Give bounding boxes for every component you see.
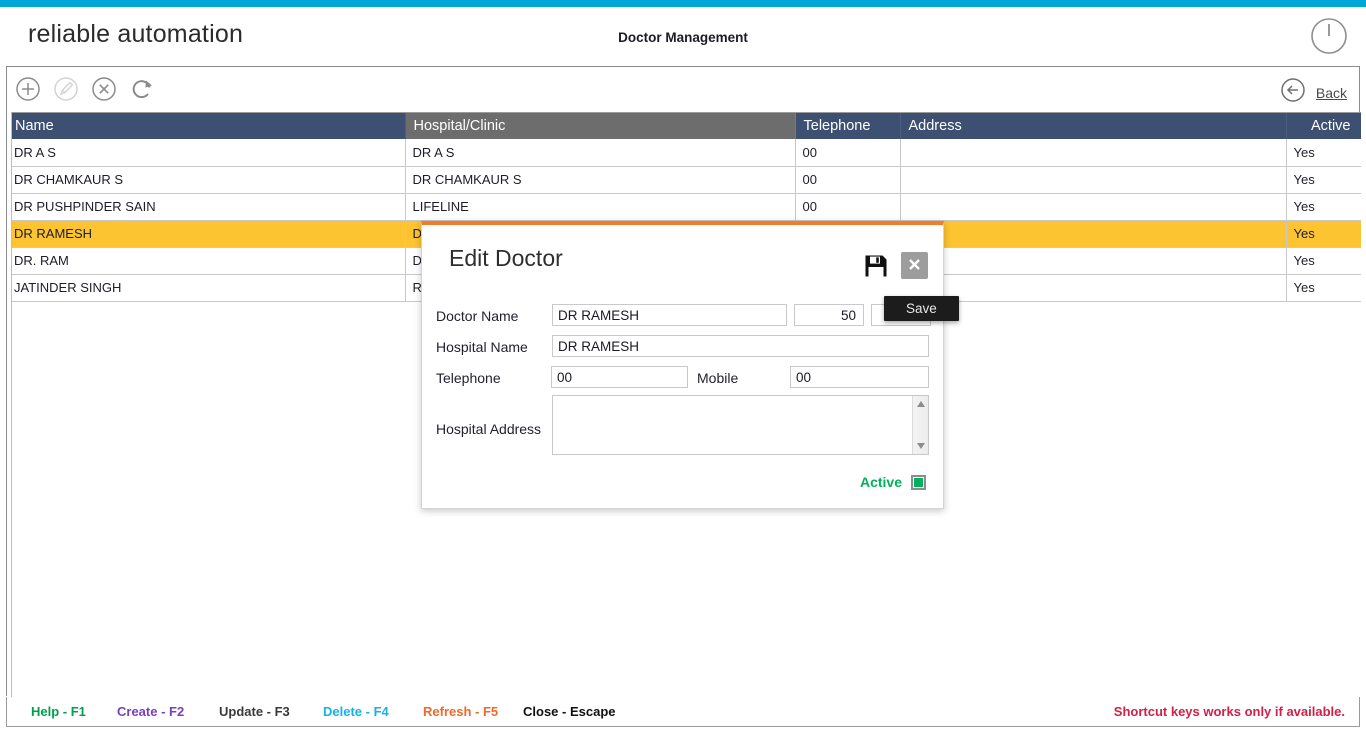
column-header-name[interactable]: Name bbox=[7, 113, 406, 139]
save-tooltip: Save bbox=[884, 296, 959, 321]
toolbar: Back bbox=[7, 67, 1359, 112]
cell-phone: 00 bbox=[795, 139, 901, 167]
cell-active: Yes bbox=[1286, 247, 1361, 275]
scroll-up-arrow-icon[interactable] bbox=[913, 396, 929, 412]
cell-address bbox=[900, 139, 1287, 167]
cell-address bbox=[900, 220, 1287, 248]
scroll-down-arrow-icon[interactable] bbox=[913, 438, 929, 454]
table-header: Name Hospital/Clinic Telephone Address Activ… bbox=[7, 113, 1361, 139]
toolbar-icon-group bbox=[13, 74, 157, 104]
table-row[interactable]: DR PUSHPINDER SAIN LIFELINE 00 Yes bbox=[7, 193, 1361, 221]
title-bar: reliable automation Doctor Management bbox=[0, 7, 1366, 65]
close-dialog-button[interactable] bbox=[901, 252, 928, 279]
cell-name: JATINDER SINGH bbox=[7, 274, 406, 302]
active-toggle[interactable]: Active bbox=[860, 474, 926, 490]
cell-active: Yes bbox=[1286, 220, 1361, 248]
cell-phone: 00 bbox=[795, 193, 901, 221]
hospital-name-input[interactable] bbox=[552, 335, 929, 357]
column-header-phone[interactable]: Telephone bbox=[795, 113, 901, 139]
cell-name: DR RAMESH bbox=[7, 220, 406, 248]
shortcut-2[interactable]: Update - F3 bbox=[219, 704, 290, 719]
table-row[interactable]: DR A S DR A S 00 Yes bbox=[7, 139, 1361, 167]
page-title: Doctor Management bbox=[618, 30, 748, 45]
edit-icon[interactable] bbox=[51, 74, 81, 104]
top-accent-band bbox=[0, 0, 1366, 7]
cell-active: Yes bbox=[1286, 166, 1361, 194]
shortcut-3[interactable]: Delete - F4 bbox=[323, 704, 389, 719]
address-scrollbar[interactable] bbox=[912, 396, 928, 454]
shortcut-0[interactable]: Help - F1 bbox=[31, 704, 86, 719]
cell-phone: 00 bbox=[795, 166, 901, 194]
shortcut-1[interactable]: Create - F2 bbox=[117, 704, 184, 719]
delete-icon[interactable] bbox=[89, 74, 119, 104]
active-checkbox[interactable] bbox=[911, 474, 926, 490]
close-x-icon bbox=[909, 259, 920, 270]
mobile-input[interactable] bbox=[790, 366, 929, 388]
cell-name: DR A S bbox=[7, 139, 406, 167]
cell-active: Yes bbox=[1286, 193, 1361, 221]
refresh-icon[interactable] bbox=[127, 74, 157, 104]
hospital-address-textarea[interactable] bbox=[552, 395, 929, 455]
cell-hospital: LIFELINE bbox=[405, 193, 796, 221]
save-floppy-icon[interactable] bbox=[864, 254, 888, 278]
status-bar: Help - F1 Create - F2 Update - F3 Delete - … bbox=[6, 697, 1360, 727]
hospital-name-label: Hospital Name bbox=[436, 339, 528, 355]
status-note: Shortcut keys works only if available. bbox=[1113, 704, 1345, 719]
cell-active: Yes bbox=[1286, 139, 1361, 167]
application-window: reliable automation Doctor Management Ba… bbox=[0, 0, 1366, 729]
cell-name: DR PUSHPINDER SAIN bbox=[7, 193, 406, 221]
active-label: Active bbox=[859, 474, 902, 490]
hospital-address-label: Hospital Address bbox=[436, 421, 542, 437]
cell-address bbox=[900, 193, 1287, 221]
cell-address bbox=[900, 247, 1287, 275]
dialog-title: Edit Doctor bbox=[449, 245, 563, 271]
cell-hospital: DR CHAMKAUR S bbox=[405, 166, 796, 194]
doctor-name-input[interactable] bbox=[552, 304, 787, 326]
shortcut-5[interactable]: Close - Escape bbox=[523, 704, 616, 719]
back-label: Back bbox=[1315, 84, 1347, 101]
cell-name: DR CHAMKAUR S bbox=[7, 166, 406, 194]
doctor-code-input[interactable] bbox=[794, 304, 864, 326]
cell-address bbox=[900, 166, 1287, 194]
power-icon[interactable] bbox=[1306, 13, 1352, 59]
mobile-label: Mobile bbox=[697, 370, 739, 386]
add-icon[interactable] bbox=[13, 74, 43, 104]
cell-hospital: DR A S bbox=[405, 139, 796, 167]
arrow-left-icon bbox=[1280, 77, 1306, 108]
telephone-input[interactable] bbox=[551, 366, 688, 388]
edit-doctor-dialog: Edit Doctor Doctor Name Hospital Name Te… bbox=[421, 221, 944, 509]
back-button[interactable]: Back bbox=[1280, 77, 1347, 108]
table-row[interactable]: DR CHAMKAUR S DR CHAMKAUR S 00 Yes bbox=[7, 166, 1361, 194]
column-header-active[interactable]: Active bbox=[1286, 113, 1361, 139]
doctor-name-label: Doctor Name bbox=[436, 308, 519, 324]
telephone-label: Telephone bbox=[436, 370, 501, 386]
shortcut-4[interactable]: Refresh - F5 bbox=[423, 704, 498, 719]
column-header-address[interactable]: Address bbox=[900, 113, 1287, 139]
column-header-hospital[interactable]: Hospital/Clinic bbox=[405, 113, 796, 139]
cell-active: Yes bbox=[1286, 274, 1361, 302]
cell-name: DR. RAM bbox=[7, 247, 406, 275]
